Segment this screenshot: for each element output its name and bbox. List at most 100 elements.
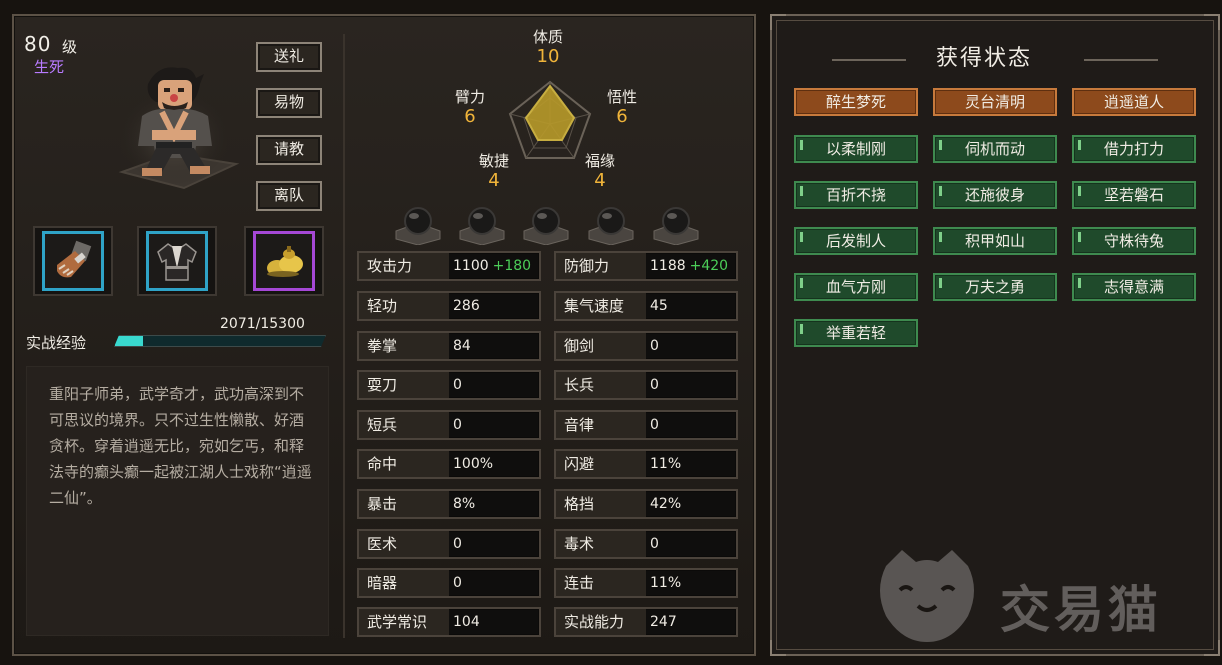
skill-slot-orb[interactable] [520,205,572,246]
stat-value: 11% [650,451,681,477]
level-number: 80 [24,32,52,56]
stat-row: 暴击 8% [357,489,541,519]
panel-corner-ornament [770,14,786,30]
stat-value-number: 0 [650,536,659,552]
stat-row: 毒术 0 [554,529,738,559]
stat-value: 0 [650,333,659,359]
status-tag[interactable]: 伺机而动 [933,135,1057,163]
stat-value: 0 [650,531,659,557]
stat-bonus: +420 [689,258,729,274]
character-name: 生死 [34,58,65,76]
stat-value: 1188 +420 [650,253,728,279]
level-unit: 级 [62,38,78,56]
stat-name: 短兵 [359,412,449,438]
stat-row: 轻功 286 [357,291,541,321]
stat-value: 84 [453,333,471,359]
panel-corner-ornament [1204,14,1220,30]
skill-slot-orb[interactable] [650,205,702,246]
attr-fuyuan-label: 福缘 [584,152,615,170]
stat-row: 医术 0 [357,529,541,559]
stat-name: 集气速度 [556,293,646,319]
stat-value: 11% [650,570,681,596]
stat-row: 音律 0 [554,410,738,440]
stat-value-number: 84 [453,338,471,354]
stat-value-number: 247 [650,614,677,630]
equip-slot-hand[interactable] [33,226,113,296]
status-tag[interactable]: 坚若磐石 [1072,181,1196,209]
stat-value: 1100 +180 [453,253,531,279]
stat-row: 武学常识 104 [357,607,541,637]
equip-slot-armor[interactable] [137,226,217,296]
ask-button[interactable]: 请教 [256,135,322,165]
stat-name: 格挡 [556,491,646,517]
trade-button[interactable]: 易物 [256,88,322,118]
status-tag[interactable]: 志得意满 [1072,273,1196,301]
status-tag[interactable]: 逍遥道人 [1072,88,1196,116]
stat-value: 0 [453,372,462,398]
stat-value-number: 0 [650,338,659,354]
stat-name: 武学常识 [359,609,449,635]
status-tag[interactable]: 灵台清明 [933,88,1057,116]
stat-value-number: 45 [650,298,668,314]
stat-value: 0 [453,570,462,596]
status-tag[interactable]: 后发制人 [794,227,918,255]
stat-value-number: 11% [650,575,682,591]
stat-row: 短兵 0 [357,410,541,440]
stat-value-number: 0 [650,417,659,433]
status-tag[interactable]: 醉生梦死 [794,88,918,116]
attr-tizhi-value: 10 [536,46,560,67]
stat-name: 防御力 [556,253,646,279]
stat-row: 集气速度 45 [554,291,738,321]
equip-slot-accessory[interactable] [244,226,324,296]
status-tag[interactable]: 借力打力 [1072,135,1196,163]
status-tag[interactable]: 还施彼身 [933,181,1057,209]
status-tag[interactable]: 以柔制刚 [794,135,918,163]
experience-label: 实战经验 [26,334,87,352]
stat-bonus: +180 [492,258,532,274]
leave-party-button[interactable]: 离队 [256,181,322,211]
stat-name: 闪避 [556,451,646,477]
skill-slot-orb[interactable] [456,205,508,246]
stat-value: 45 [650,293,668,319]
attr-minjie-value: 4 [488,170,500,191]
status-tag[interactable]: 举重若轻 [794,319,918,347]
stat-row: 暗器 0 [357,568,541,598]
stat-value-number: 8% [453,496,476,512]
status-tag[interactable]: 守株待兔 [1072,227,1196,255]
gift-button[interactable]: 送礼 [256,42,322,72]
stat-name: 命中 [359,451,449,477]
stat-value-number: 0 [453,377,462,393]
status-tag[interactable]: 积甲如山 [933,227,1057,255]
stat-row: 格挡 42% [554,489,738,519]
watermark-text: 交易猫 [1000,581,1162,639]
stat-value-number: 11% [650,456,682,472]
panel-corner-ornament [1204,640,1220,656]
title-ornament-line [832,59,906,61]
status-tag[interactable]: 百折不挠 [794,181,918,209]
stat-value-number: 1100 [453,258,489,274]
status-tag[interactable]: 万夫之勇 [933,273,1057,301]
attribute-radar-shape [524,84,576,141]
stat-value: 0 [650,372,659,398]
attr-wuxing-label: 悟性 [606,88,637,106]
skill-slot-orb[interactable] [392,205,444,246]
stat-value: 0 [650,412,659,438]
stat-value: 0 [453,531,462,557]
stat-name: 长兵 [556,372,646,398]
stat-value-number: 0 [453,536,462,552]
stat-value: 42% [650,491,681,517]
stat-value: 8% [453,491,475,517]
stat-name: 连击 [556,570,646,596]
stat-name: 攻击力 [359,253,449,279]
robe-icon [157,243,197,281]
stat-value-number: 104 [453,614,480,630]
skill-slot-orb[interactable] [585,205,637,246]
stat-row: 闪避 11% [554,449,738,479]
stat-name: 暗器 [359,570,449,596]
status-tag[interactable]: 血气方刚 [794,273,918,301]
stat-name: 暴击 [359,491,449,517]
panel-divider [343,34,345,638]
attr-minjie-label: 敏捷 [478,152,509,170]
panel-corner-ornament [770,640,786,656]
stat-value-number: 100% [453,456,494,472]
